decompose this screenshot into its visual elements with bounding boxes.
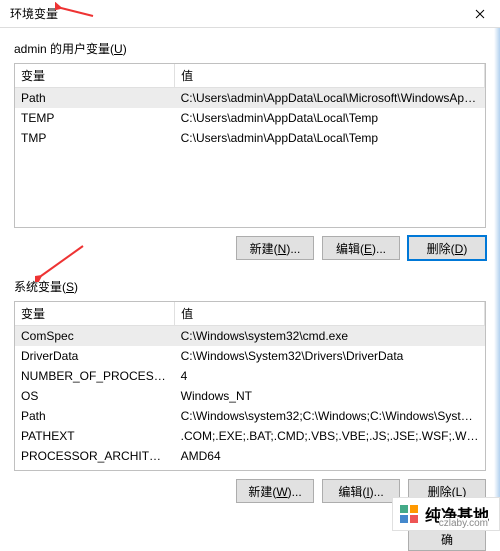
var-name: OS xyxy=(15,386,175,406)
table-row[interactable]: TEMPC:\Users\admin\AppData\Local\Temp xyxy=(15,108,485,128)
system-vars-label: 系统变量(S) xyxy=(14,278,486,295)
col-name[interactable]: 变量 xyxy=(15,64,175,88)
close-icon xyxy=(475,9,485,19)
var-name: Path xyxy=(15,88,175,109)
var-value: AMD64 xyxy=(175,446,485,466)
col-name[interactable]: 变量 xyxy=(15,302,175,326)
var-value: C:\Users\admin\AppData\Local\Temp xyxy=(175,128,485,148)
sys-edit-button[interactable]: 编辑(I)... xyxy=(322,479,400,503)
col-value[interactable]: 值 xyxy=(175,302,485,326)
table-row[interactable]: PROCESSOR_ARCHITECT...AMD64 xyxy=(15,446,485,466)
var-name: ComSpec xyxy=(15,326,175,347)
table-row[interactable]: PathC:\Users\admin\AppData\Local\Microso… xyxy=(15,88,485,109)
watermark-logo-icon xyxy=(399,504,419,524)
var-name: DriverData xyxy=(15,346,175,366)
titlebar: 环境变量 xyxy=(0,0,500,28)
col-value[interactable]: 值 xyxy=(175,64,485,88)
var-value: 4 xyxy=(175,366,485,386)
var-value: C:\Windows\system32;C:\Windows;C:\Window… xyxy=(175,406,485,426)
user-vars-label: admin 的用户变量(U) xyxy=(14,40,486,57)
var-value: C:\Windows\system32\cmd.exe xyxy=(175,326,485,347)
var-value: C:\Users\admin\AppData\Local\Temp xyxy=(175,108,485,128)
var-name: TEMP xyxy=(15,108,175,128)
var-name: PATHEXT xyxy=(15,426,175,446)
table-row[interactable]: ComSpecC:\Windows\system32\cmd.exe xyxy=(15,326,485,347)
var-name: PROCESSOR_ARCHITECT... xyxy=(15,446,175,466)
table-row[interactable]: NUMBER_OF_PROCESSORS4 xyxy=(15,366,485,386)
table-row[interactable]: PATHEXT.COM;.EXE;.BAT;.CMD;.VBS;.VBE;.JS… xyxy=(15,426,485,446)
sys-new-button[interactable]: 新建(W)... xyxy=(236,479,314,503)
table-row[interactable]: PathC:\Windows\system32;C:\Windows;C:\Wi… xyxy=(15,406,485,426)
var-name: Path xyxy=(15,406,175,426)
table-row[interactable]: TMPC:\Users\admin\AppData\Local\Temp xyxy=(15,128,485,148)
close-button[interactable] xyxy=(460,0,500,28)
system-vars-table[interactable]: 变量 值 ComSpecC:\Windows\system32\cmd.exeD… xyxy=(14,301,486,471)
var-name: TMP xyxy=(15,128,175,148)
user-delete-button[interactable]: 删除(D) xyxy=(408,236,486,260)
table-row[interactable]: OSWindows_NT xyxy=(15,386,485,406)
var-value: Windows_NT xyxy=(175,386,485,406)
var-value: .COM;.EXE;.BAT;.CMD;.VBS;.VBE;.JS;.JSE;.… xyxy=(175,426,485,446)
window-title: 环境变量 xyxy=(10,5,58,22)
var-name: NUMBER_OF_PROCESSORS xyxy=(15,366,175,386)
user-edit-button[interactable]: 编辑(E)... xyxy=(322,236,400,260)
user-new-button[interactable]: 新建(N)... xyxy=(236,236,314,260)
user-vars-table[interactable]: 变量 值 PathC:\Users\admin\AppData\Local\Mi… xyxy=(14,63,486,228)
table-row[interactable]: DriverDataC:\Windows\System32\Drivers\Dr… xyxy=(15,346,485,366)
window-edge xyxy=(494,28,500,531)
watermark-url: czlaby.com xyxy=(439,518,488,529)
var-value: C:\Windows\System32\Drivers\DriverData xyxy=(175,346,485,366)
var-value: C:\Users\admin\AppData\Local\Microsoft\W… xyxy=(175,88,485,109)
